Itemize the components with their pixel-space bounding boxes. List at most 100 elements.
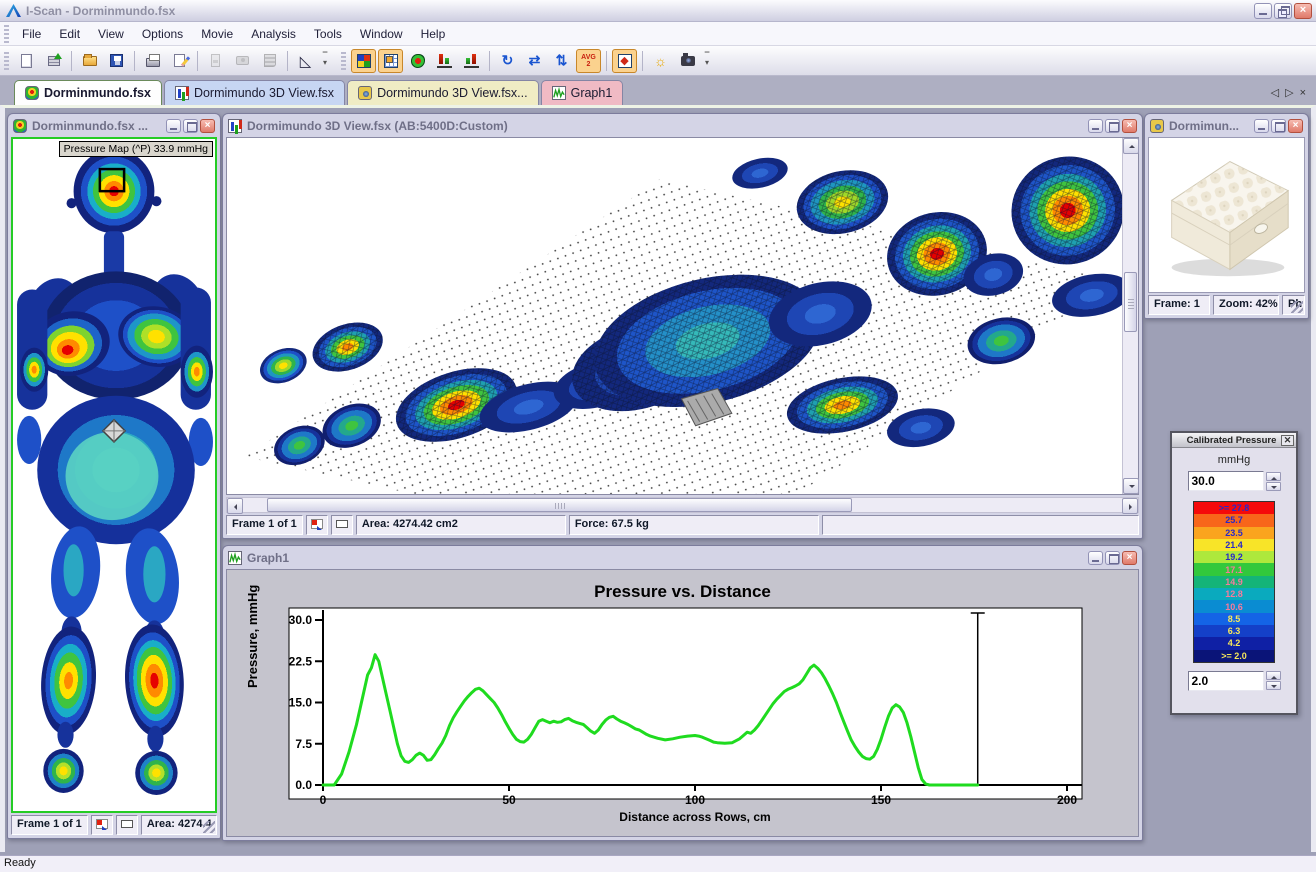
wand-button[interactable]: ☼ [648, 49, 673, 73]
graph-content[interactable]: Pressure vs. Distance Pressure, mmHg Dis… [226, 569, 1139, 837]
camera-button[interactable] [675, 49, 700, 73]
horizontal-scroll-thumb[interactable] [267, 498, 852, 512]
menu-item-analysis[interactable]: Analysis [242, 24, 305, 44]
view-3d-icon [175, 86, 189, 100]
edit-notes-button[interactable] [167, 49, 192, 73]
bars-3d-button[interactable] [432, 49, 457, 73]
menu-item-edit[interactable]: Edit [50, 24, 89, 44]
calibration-titlebar[interactable]: Calibrated Pressure ✕ [1172, 433, 1296, 448]
restore-button[interactable] [1274, 3, 1292, 19]
toolbar-overflow-icon[interactable] [701, 49, 713, 73]
photo-maximize-button[interactable] [1271, 119, 1286, 133]
toolbar-grip-2[interactable] [341, 52, 346, 70]
max-spin-down-icon[interactable] [1266, 482, 1281, 491]
grid-2d-button[interactable] [378, 49, 403, 73]
rect-select-icon[interactable] [116, 815, 138, 835]
menu-item-options[interactable]: Options [133, 24, 192, 44]
max-spin-up-icon[interactable] [1266, 472, 1281, 481]
window-title: I-Scan - Dorminmundo.fsx [26, 4, 1254, 18]
min-pressure-input[interactable]: 2.0 [1188, 671, 1264, 691]
graph-window-title: Graph1 [247, 551, 1083, 565]
vertical-scroll-thumb[interactable] [1124, 272, 1137, 332]
graph-window: Graph1 Pressure vs. Distance Pressure, m… [222, 545, 1143, 841]
view3d-maximize-button[interactable] [1105, 119, 1120, 133]
menu-item-help[interactable]: Help [412, 24, 455, 44]
tab-dorminmundo-fsx[interactable]: Dorminmundo.fsx [14, 80, 162, 105]
legend-diamond-button[interactable]: ◆ [612, 49, 637, 73]
map-close-button[interactable] [200, 119, 215, 133]
graph-close-button[interactable] [1122, 551, 1137, 565]
realtime-button[interactable] [41, 49, 66, 73]
view3d-vertical-scrollbar[interactable] [1122, 138, 1138, 494]
avg2-button[interactable]: AVG2 [576, 49, 601, 73]
scroll-up-icon[interactable] [1123, 138, 1139, 154]
tab-graph1[interactable]: Graph1 [541, 80, 624, 105]
map-minimize-button[interactable] [166, 119, 181, 133]
contour-button[interactable] [405, 49, 430, 73]
calibration-close-icon[interactable]: ✕ [1281, 435, 1294, 446]
view3d-minimize-button[interactable] [1088, 119, 1103, 133]
view3d-frame-status: Frame 1 of 1 [226, 515, 303, 535]
menu-item-window[interactable]: Window [351, 24, 412, 44]
rect-select-icon[interactable] [331, 515, 353, 535]
photo-window-titlebar[interactable]: Dormimun... [1148, 114, 1305, 137]
tab-scroll-left-icon[interactable]: ◁ [1271, 86, 1279, 99]
rotate-button[interactable]: ↻ [495, 49, 520, 73]
tab-dormimundo-3d-view-fsx-[interactable]: Dormimundo 3D View.fsx... [347, 80, 539, 105]
scroll-right-icon[interactable] [1122, 498, 1138, 514]
svg-text:200: 200 [1057, 793, 1077, 807]
angle-tool-button[interactable]: ◺ [293, 49, 318, 73]
graph-canvas[interactable]: 05010015020030.022.515.07.50.0 [227, 570, 1139, 837]
view3d-horizontal-scrollbar[interactable] [226, 497, 1139, 513]
swap-horizontal-button[interactable]: ⇄ [522, 49, 547, 73]
contour-icon [411, 54, 425, 68]
min-spin-down-icon[interactable] [1266, 681, 1281, 690]
flag-icon[interactable] [306, 515, 328, 535]
surface-3d-plot[interactable] [227, 138, 1122, 494]
scroll-left-icon[interactable] [227, 498, 243, 514]
max-pressure-input[interactable]: 30.0 [1188, 471, 1264, 491]
menu-item-tools[interactable]: Tools [305, 24, 351, 44]
menu-grip[interactable] [4, 25, 9, 43]
graph-maximize-button[interactable] [1105, 551, 1120, 565]
swap-vertical-button[interactable]: ⇅ [549, 49, 574, 73]
open-button[interactable] [77, 49, 102, 73]
toolbar-overflow-icon[interactable] [319, 49, 331, 73]
view3d-canvas[interactable] [227, 138, 1122, 494]
scroll-down-icon[interactable] [1123, 478, 1139, 494]
menu-item-view[interactable]: View [89, 24, 133, 44]
avg2-icon: AVG2 [581, 53, 597, 69]
map-2d-icon [357, 54, 371, 68]
realtime-icon [48, 56, 60, 66]
graph-window-titlebar[interactable]: Graph1 [226, 546, 1139, 569]
view3d-close-button[interactable] [1122, 119, 1137, 133]
close-button[interactable] [1294, 3, 1312, 19]
toolbar-grip-1[interactable] [4, 52, 9, 70]
flag-icon[interactable] [91, 815, 113, 835]
tab-scroll-right-icon[interactable]: ▷ [1285, 86, 1293, 99]
tab-close-icon[interactable]: × [1300, 87, 1306, 99]
print-button[interactable] [140, 49, 165, 73]
menu-item-file[interactable]: File [13, 24, 50, 44]
svg-text:22.5: 22.5 [289, 654, 313, 668]
map-2d-button[interactable] [351, 49, 376, 73]
tab-dormimundo-3d-view-fsx[interactable]: Dormimundo 3D View.fsx [164, 80, 345, 105]
menu-item-movie[interactable]: Movie [192, 24, 242, 44]
graph-3d-button[interactable] [459, 49, 484, 73]
minimize-button[interactable] [1254, 3, 1272, 19]
photo-minimize-button[interactable] [1254, 119, 1269, 133]
scale-band: 10.6 [1194, 600, 1274, 612]
new-document-button[interactable] [14, 49, 39, 73]
min-spin-up-icon[interactable] [1266, 671, 1281, 680]
document-tab-bar: Dorminmundo.fsxDormimundo 3D View.fsxDor… [0, 76, 1316, 105]
photo-close-button[interactable] [1288, 119, 1303, 133]
graph-minimize-button[interactable] [1088, 551, 1103, 565]
pressure-map-canvas[interactable] [13, 139, 215, 811]
map-maximize-button[interactable] [183, 119, 198, 133]
view3d-window-titlebar[interactable]: Dormimundo 3D View.fsx (AB:5400D:Custom) [226, 114, 1139, 137]
map-window-titlebar[interactable]: Dorminmundo.fsx ... [11, 114, 217, 137]
photo-icon [358, 86, 372, 100]
scale-band: 25.7 [1194, 514, 1274, 526]
save-button[interactable] [104, 49, 129, 73]
pressure-map-view[interactable]: Pressure Map (^P) 33.9 mmHg [11, 137, 217, 813]
